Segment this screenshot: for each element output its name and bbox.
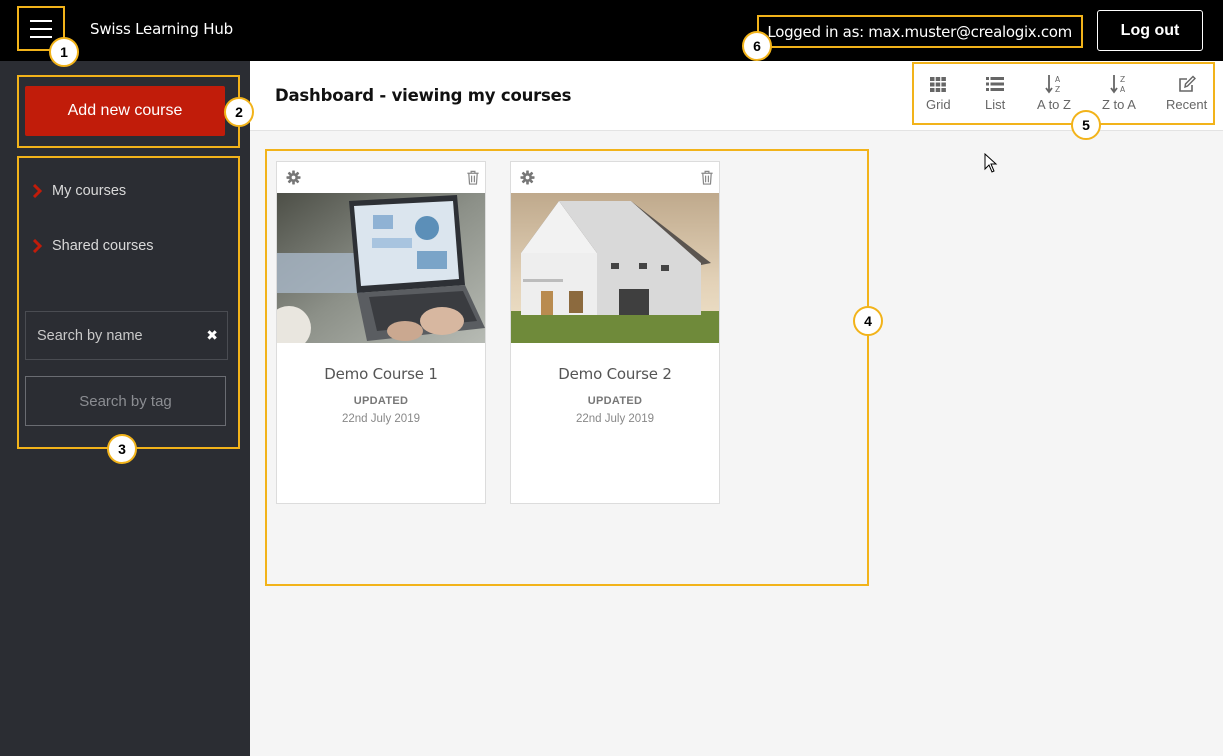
sidebar-item-shared-courses[interactable]: Shared courses (32, 235, 154, 257)
sidebar-item-my-courses[interactable]: My courses (32, 180, 126, 202)
grid-icon (930, 77, 947, 92)
view-list-button[interactable]: List (985, 74, 1005, 112)
sort-recent-button[interactable]: Recent (1166, 74, 1207, 112)
course-title[interactable]: Demo Course 2 (511, 365, 719, 383)
sidebar: Add new course My courses Shared courses… (0, 61, 250, 756)
svg-text:A: A (1055, 75, 1061, 84)
chevron-right-icon (32, 239, 42, 253)
svg-text:Z: Z (1055, 85, 1060, 94)
course-status: UPDATED (587, 395, 643, 407)
trash-icon[interactable] (700, 170, 714, 185)
edit-icon (1178, 75, 1196, 92)
callout-badge-4: 4 (853, 306, 883, 336)
chevron-right-icon (32, 184, 42, 198)
sort-recent-label: Recent (1166, 97, 1208, 112)
callout-badge-2: 2 (224, 97, 254, 127)
view-list-label: List (985, 97, 1006, 112)
sort-za-icon: Z A (1110, 75, 1126, 94)
clear-search-icon[interactable]: ✖ (206, 327, 218, 344)
callout-badge-3: 3 (107, 434, 137, 464)
sort-a-to-z-label: A to Z (1037, 97, 1071, 112)
course-grid: Demo Course 1 UPDATED 22nd July 2019 Dem… (265, 149, 869, 586)
course-thumbnail-house (511, 193, 719, 343)
sidebar-item-label: My courses (52, 183, 127, 199)
gear-icon[interactable] (286, 170, 301, 185)
sidebar-nav-section: My courses Shared courses Search by name… (17, 156, 240, 449)
course-date: 22nd July 2019 (341, 413, 420, 425)
search-by-name-input[interactable]: Search by name ✖ (25, 311, 228, 360)
course-status: UPDATED (353, 395, 409, 407)
list-icon (986, 77, 1005, 91)
view-grid-label: Grid (926, 97, 951, 112)
logout-button[interactable]: Log out (1097, 10, 1203, 51)
logged-in-user: Logged in as: max.muster@crealogix.com (757, 15, 1083, 48)
course-title[interactable]: Demo Course 1 (277, 365, 485, 383)
sort-z-to-a-label: Z to A (1102, 97, 1136, 112)
gear-icon[interactable] (520, 170, 535, 185)
view-options-toolbar: Grid List A Z A to Z Z A Z to A Recent (912, 62, 1215, 125)
sort-a-to-z-button[interactable]: A Z A to Z (1037, 74, 1071, 112)
page-title: Dashboard - viewing my courses (275, 86, 572, 105)
callout-badge-5: 5 (1071, 110, 1101, 140)
view-grid-button[interactable]: Grid (926, 74, 951, 112)
sidebar-item-label: Shared courses (52, 238, 154, 254)
sort-az-icon: A Z (1045, 75, 1061, 94)
mouse-cursor-icon (984, 153, 998, 173)
course-card[interactable]: Demo Course 2 UPDATED 22nd July 2019 (510, 161, 720, 504)
course-card[interactable]: Demo Course 1 UPDATED 22nd July 2019 (276, 161, 486, 504)
course-date: 22nd July 2019 (575, 413, 654, 425)
svg-text:A: A (1120, 85, 1126, 94)
search-by-name-placeholder: Search by name (37, 327, 143, 344)
app-title: Swiss Learning Hub (90, 20, 233, 38)
callout-badge-1: 1 (49, 37, 79, 67)
trash-icon[interactable] (466, 170, 480, 185)
callout-badge-6: 6 (742, 31, 772, 61)
top-bar: Swiss Learning Hub Logged in as: max.mus… (0, 0, 1223, 61)
course-thumbnail-laptop (277, 193, 485, 343)
add-course-section: Add new course (17, 75, 240, 148)
search-by-tag-input[interactable]: Search by tag (25, 376, 226, 426)
svg-text:Z: Z (1120, 75, 1125, 84)
add-new-course-button[interactable]: Add new course (25, 86, 225, 136)
sort-z-to-a-button[interactable]: Z A Z to A (1102, 74, 1136, 112)
